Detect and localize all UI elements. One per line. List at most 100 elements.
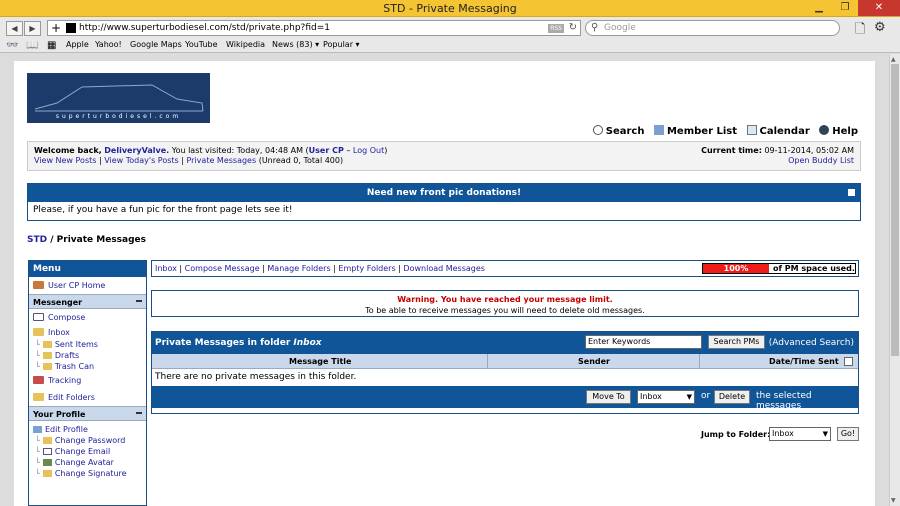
advanced-search-link[interactable]: (Advanced Search) — [769, 332, 854, 354]
members-icon — [653, 125, 664, 135]
sidebar-header: Menu — [29, 261, 146, 277]
page-scrollbar[interactable]: ▲ ▼ — [889, 54, 900, 506]
private-messages-link[interactable]: Private Messages — [186, 156, 256, 165]
sidebar-section-messenger: Messenger — [29, 294, 146, 309]
folder-icon — [42, 363, 52, 370]
buddy-list-link[interactable]: Open Buddy List — [701, 156, 854, 166]
collapse-icon[interactable] — [848, 189, 855, 196]
jump-folder-select[interactable]: Inbox ▼ — [769, 427, 831, 441]
site-logo[interactable]: superturbodiesel.com — [27, 73, 210, 123]
bookmark-item[interactable]: Apple — [66, 40, 89, 49]
home-icon — [33, 281, 44, 289]
window-title: STD - Private Messaging — [383, 2, 517, 15]
link-empty-folders[interactable]: Empty Folders — [338, 264, 395, 273]
go-button[interactable]: Go! — [837, 427, 859, 441]
collapse-icon[interactable] — [136, 412, 142, 414]
reload-icon[interactable]: ↻ — [569, 22, 577, 33]
link-inbox[interactable]: Inbox — [155, 264, 177, 273]
move-folder-select[interactable]: Inbox ▼ — [637, 390, 695, 404]
jump-to-folder: Jump to Folder: Inbox ▼ Go! — [701, 427, 871, 443]
link-download-messages[interactable]: Download Messages — [403, 264, 485, 273]
move-to-button[interactable]: Move To — [586, 390, 631, 404]
search-placeholder: Google — [604, 23, 636, 33]
toplink-calendar[interactable]: Calendar — [746, 125, 810, 137]
logo-text: superturbodiesel.com — [55, 113, 182, 120]
col-sender[interactable]: Sender — [578, 354, 610, 369]
close-button[interactable]: ✕ — [858, 0, 900, 16]
pm-empty-message: There are no private messages in this fo… — [155, 372, 357, 382]
search-input[interactable]: ⚲ Google — [585, 20, 840, 36]
welcome-panel: Welcome back, DeliveryValve. You last vi… — [27, 141, 861, 171]
announcement-box: Need new front pic donations! Please, if… — [27, 183, 861, 221]
bookmark-item[interactable]: Wikipedia — [226, 40, 265, 49]
bookmark-item[interactable]: Yahoo! — [95, 40, 122, 49]
forum-page: superturbodiesel.com Search Member List … — [14, 61, 875, 506]
delete-button[interactable]: Delete — [714, 390, 750, 404]
pm-quota-meter: 100% of PM space used. — [702, 263, 856, 274]
bookmark-item[interactable]: Popular ▾ — [323, 40, 360, 49]
pm-actions-bar: Move To Inbox ▼ or Delete the selected me… — [152, 386, 858, 411]
window-titlebar: STD - Private Messaging ▁ ❐ ✕ — [0, 0, 900, 17]
sidebar-item-sent[interactable]: └ Sent Items — [29, 339, 146, 350]
browser-toolbar: ◀ ▶ + http://www.superturbodiesel.com/st… — [0, 17, 900, 53]
reading-list-icon[interactable]: 👓 — [6, 40, 18, 51]
pm-column-headers: Message Title Sender Date/Time Sent — [152, 354, 858, 369]
sidebar-item-change-email[interactable]: └ Change Email — [29, 446, 146, 457]
scroll-up-icon[interactable]: ▲ — [891, 56, 896, 63]
collapse-icon[interactable] — [136, 300, 142, 302]
breadcrumb-current: Private Messages — [56, 235, 147, 245]
search-pms-button[interactable]: Search PMs — [708, 335, 765, 349]
announcement-title: Need new front pic donations! — [28, 184, 860, 202]
bookmarks-book-icon[interactable]: 📖 — [26, 40, 38, 51]
view-todays-posts-link[interactable]: View Today's Posts — [104, 156, 178, 165]
chevron-down-icon: ▼ — [822, 430, 828, 438]
breadcrumb-root-link[interactable]: STD — [27, 235, 47, 245]
current-time-block: Current time: 09-11-2014, 05:02 AM Open … — [701, 146, 854, 166]
rss-icon[interactable]: RSS — [548, 24, 564, 33]
gear-icon[interactable]: ⚙ — [874, 20, 886, 35]
sidebar-item-change-signature[interactable]: └ Change Signature — [29, 468, 146, 479]
scroll-down-icon[interactable]: ▼ — [891, 497, 896, 504]
scroll-thumb[interactable] — [891, 64, 899, 356]
pm-links-bar: Inbox | Compose Message | Manage Folders… — [151, 260, 859, 277]
view-new-posts-link[interactable]: View New Posts — [34, 156, 96, 165]
toplink-member-list[interactable]: Member List — [653, 125, 737, 137]
sidebar-item-drafts[interactable]: └ Drafts — [29, 350, 146, 361]
warning-title: Warning. You have reached your message l… — [397, 295, 613, 304]
address-bar[interactable]: + http://www.superturbodiesel.com/std/pr… — [47, 20, 581, 36]
top-navigation: Search Member List Calendar Help — [587, 125, 858, 137]
link-compose[interactable]: Compose Message — [185, 264, 260, 273]
forward-button[interactable]: ▶ — [24, 21, 41, 36]
sidebar-item-usercp-home[interactable]: User CP Home — [29, 277, 146, 294]
help-icon — [819, 125, 830, 135]
keywords-input[interactable]: Enter Keywords — [585, 335, 702, 349]
col-message-title[interactable]: Message Title — [289, 354, 351, 369]
toplink-search[interactable]: Search — [592, 125, 644, 137]
username-link[interactable]: DeliveryValve. — [104, 146, 169, 155]
minimize-button[interactable]: ▁ — [806, 0, 832, 16]
bookmark-item[interactable]: Google Maps — [130, 40, 182, 49]
restore-button[interactable]: ❐ — [832, 0, 858, 16]
back-button[interactable]: ◀ — [6, 21, 23, 36]
logout-link[interactable]: Log Out — [353, 146, 384, 155]
bookmark-item[interactable]: News (83) ▾ — [272, 40, 319, 49]
sidebar-item-edit-profile[interactable]: Edit Profile — [29, 424, 146, 435]
sidebar-item-change-password[interactable]: └ Change Password — [29, 435, 146, 446]
url-text: http://www.superturbodiesel.com/std/priv… — [79, 23, 330, 33]
col-date-sent[interactable]: Date/Time Sent — [769, 354, 839, 369]
sidebar-item-change-avatar[interactable]: └ Change Avatar — [29, 457, 146, 468]
sidebar-item-tracking[interactable]: Tracking — [29, 372, 146, 389]
current-time: 09-11-2014, 05:02 AM — [764, 146, 854, 155]
sidebar-item-trash[interactable]: └ Trash Can — [29, 361, 146, 372]
top-sites-icon[interactable]: ▦ — [47, 40, 56, 51]
sidebar-item-edit-folders[interactable]: Edit Folders — [29, 389, 146, 406]
sidebar-item-inbox[interactable]: Inbox — [29, 326, 146, 339]
sidebar-item-compose[interactable]: Compose — [29, 309, 146, 326]
bookmark-item[interactable]: YouTube — [185, 40, 218, 49]
add-bookmark-icon[interactable]: + — [51, 21, 61, 35]
select-all-checkbox[interactable] — [844, 357, 853, 366]
selected-messages-label: the selected messages — [756, 391, 812, 411]
link-manage-folders[interactable]: Manage Folders — [267, 264, 330, 273]
usercp-link[interactable]: User CP — [309, 146, 344, 155]
toplink-help[interactable]: Help — [819, 125, 858, 137]
